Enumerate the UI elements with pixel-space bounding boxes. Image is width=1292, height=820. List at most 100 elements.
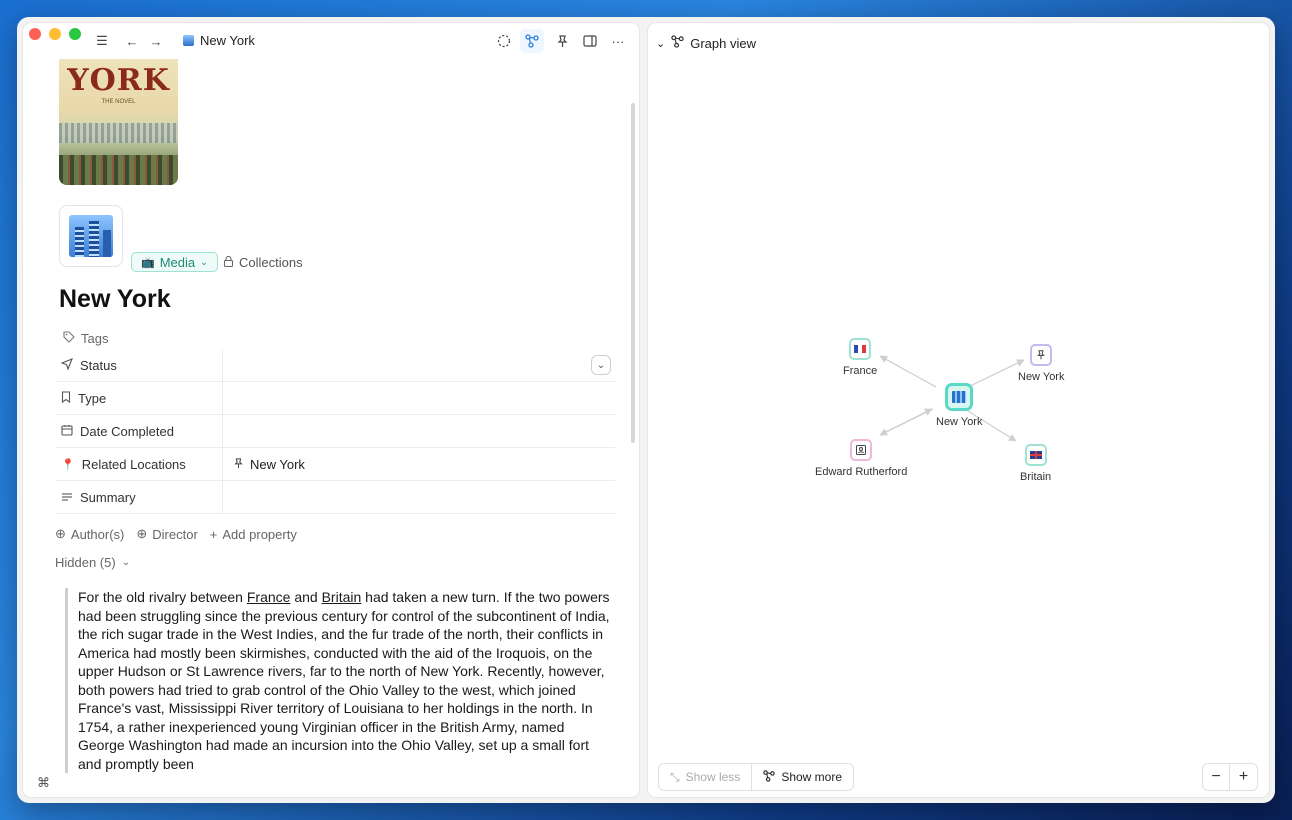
status-label: Status [80, 357, 117, 373]
cover-skyline [59, 123, 178, 143]
plus-icon: + [209, 526, 218, 542]
property-label: Type [55, 382, 223, 414]
property-row-status[interactable]: Status ⌄ [55, 349, 615, 382]
zoom-controls: − + [1202, 763, 1258, 791]
britain-flag-icon [1024, 444, 1047, 466]
quote-text: had taken a new turn. If the two powers … [78, 589, 610, 772]
related-location-link[interactable]: New York [223, 457, 305, 472]
graph-node-center[interactable]: New York [936, 383, 982, 428]
france-flag-icon [849, 338, 872, 360]
property-row-summary[interactable]: Summary [55, 481, 615, 514]
breadcrumb[interactable]: New York [183, 33, 255, 48]
add-director-button[interactable]: ⊕ Director [136, 526, 197, 542]
command-icon[interactable]: ⌘ [37, 775, 50, 791]
add-authors-button[interactable]: ⊕ Author(s) [55, 526, 124, 542]
send-icon [60, 357, 73, 373]
graph-view-toggle-icon[interactable] [520, 29, 544, 53]
property-row-date-completed[interactable]: Date Completed [55, 415, 615, 448]
graph-node-newyork-location[interactable]: New York [1018, 344, 1064, 383]
quick-add-properties: ⊕ Author(s) ⊕ Director + Add property [55, 526, 297, 542]
show-more-button[interactable]: Show more [752, 764, 853, 790]
graph-icon [763, 769, 776, 785]
window-controls [29, 28, 81, 40]
graph-node-rutherford[interactable]: Edward Rutherford [815, 439, 907, 478]
minimize-window-button[interactable] [49, 28, 61, 40]
property-label: Summary [55, 481, 223, 513]
pin-icon [1030, 344, 1053, 366]
cover-crowd [59, 155, 178, 185]
chevron-down-icon: ⌄ [121, 557, 131, 568]
cover-title: YORK [67, 63, 170, 98]
property-label: Date Completed [55, 415, 223, 447]
add-property-label: Add property [222, 526, 297, 542]
tags-label: Tags [81, 331, 109, 346]
property-label: 📍 Related Locations [55, 448, 223, 480]
graph-node-britain[interactable]: Britain [1020, 444, 1051, 483]
page-title[interactable]: New York [59, 285, 171, 314]
editor-toolbar: ☰ ← → New York ··· [23, 23, 639, 59]
city-icon [183, 35, 194, 46]
media-type-chip[interactable]: 📺 Media ⌄ [131, 252, 218, 272]
editor-scrollbar[interactable] [631, 103, 635, 443]
forward-arrow-icon[interactable]: → [147, 32, 165, 50]
britain-node-label: Britain [1020, 471, 1052, 483]
collections-button[interactable]: Collections [223, 255, 303, 270]
show-less-label: Show less [685, 770, 741, 784]
media-label: Media [159, 254, 196, 270]
hidden-label: Hidden (5) [55, 555, 116, 570]
cover-image[interactable]: YORK THE NOVEL [59, 59, 178, 185]
date-completed-label: Date Completed [80, 423, 174, 439]
bookmark-icon [61, 390, 71, 406]
plus-circle-icon: ⊕ [136, 526, 148, 541]
edge-rutherford-back [879, 408, 933, 436]
zoom-in-button[interactable]: + [1230, 764, 1257, 790]
property-row-related-locations[interactable]: 📍 Related Locations New York [55, 448, 615, 481]
quote-block[interactable]: For the old rivalry between France and B… [65, 588, 613, 773]
show-depth-controls: ⤡ Show less Show more [658, 763, 855, 791]
show-less-button[interactable]: ⤡ Show less [659, 764, 753, 790]
graph-node-france[interactable]: France [843, 338, 877, 377]
collapse-arrows-icon: ⤡ [670, 769, 680, 784]
pin-icon[interactable] [553, 32, 571, 50]
zoom-out-button[interactable]: − [1203, 764, 1230, 790]
graph-pane: ⌄ Graph view New York France New York Ed… [648, 23, 1269, 797]
rutherford-node-label: Edward Rutherford [815, 466, 908, 478]
property-label: Status [55, 349, 223, 381]
city-buildings-icon [69, 215, 113, 257]
text-lines-icon [61, 490, 73, 505]
summary-label: Summary [80, 489, 136, 505]
show-more-label: Show more [781, 770, 843, 784]
property-row-type[interactable]: Type [55, 382, 615, 415]
related-location-value: New York [250, 456, 305, 472]
cover-subtitle: THE NOVEL [101, 99, 136, 105]
tag-icon [63, 331, 75, 346]
plus-circle-icon: ⊕ [55, 526, 66, 541]
center-node-label: New York [936, 416, 983, 428]
back-arrow-icon[interactable]: ← [123, 32, 141, 50]
more-options-icon[interactable]: ··· [609, 32, 627, 50]
page-icon[interactable] [59, 205, 123, 267]
close-window-button[interactable] [29, 28, 41, 40]
tv-icon: 📺 [141, 256, 155, 269]
related-locations-label: Related Locations [81, 456, 186, 472]
calendar-icon [61, 424, 73, 439]
chevron-down-icon: ⌄ [200, 256, 208, 267]
maximize-window-button[interactable] [69, 28, 81, 40]
status-dropdown-button[interactable]: ⌄ [591, 355, 611, 375]
map-pin-icon: 📍 [61, 458, 75, 471]
breadcrumb-title: New York [200, 33, 255, 48]
type-label: Type [78, 390, 107, 406]
france-node-label: France [843, 365, 878, 377]
france-link[interactable]: France [247, 589, 291, 605]
newyork-location-node-label: New York [1018, 371, 1065, 383]
hidden-properties-toggle[interactable]: Hidden (5) ⌄ [55, 555, 130, 570]
add-property-button[interactable]: + Add property [210, 527, 297, 542]
sidebar-toggle-icon[interactable] [581, 32, 599, 50]
edge-france [879, 355, 937, 388]
britain-link[interactable]: Britain [322, 589, 362, 605]
tags-field[interactable]: Tags [63, 331, 108, 346]
contact-card-icon [850, 439, 873, 461]
list-icon[interactable]: ☰ [93, 32, 111, 50]
authors-label: Author(s) [70, 526, 125, 542]
spinner-icon[interactable] [495, 32, 513, 50]
